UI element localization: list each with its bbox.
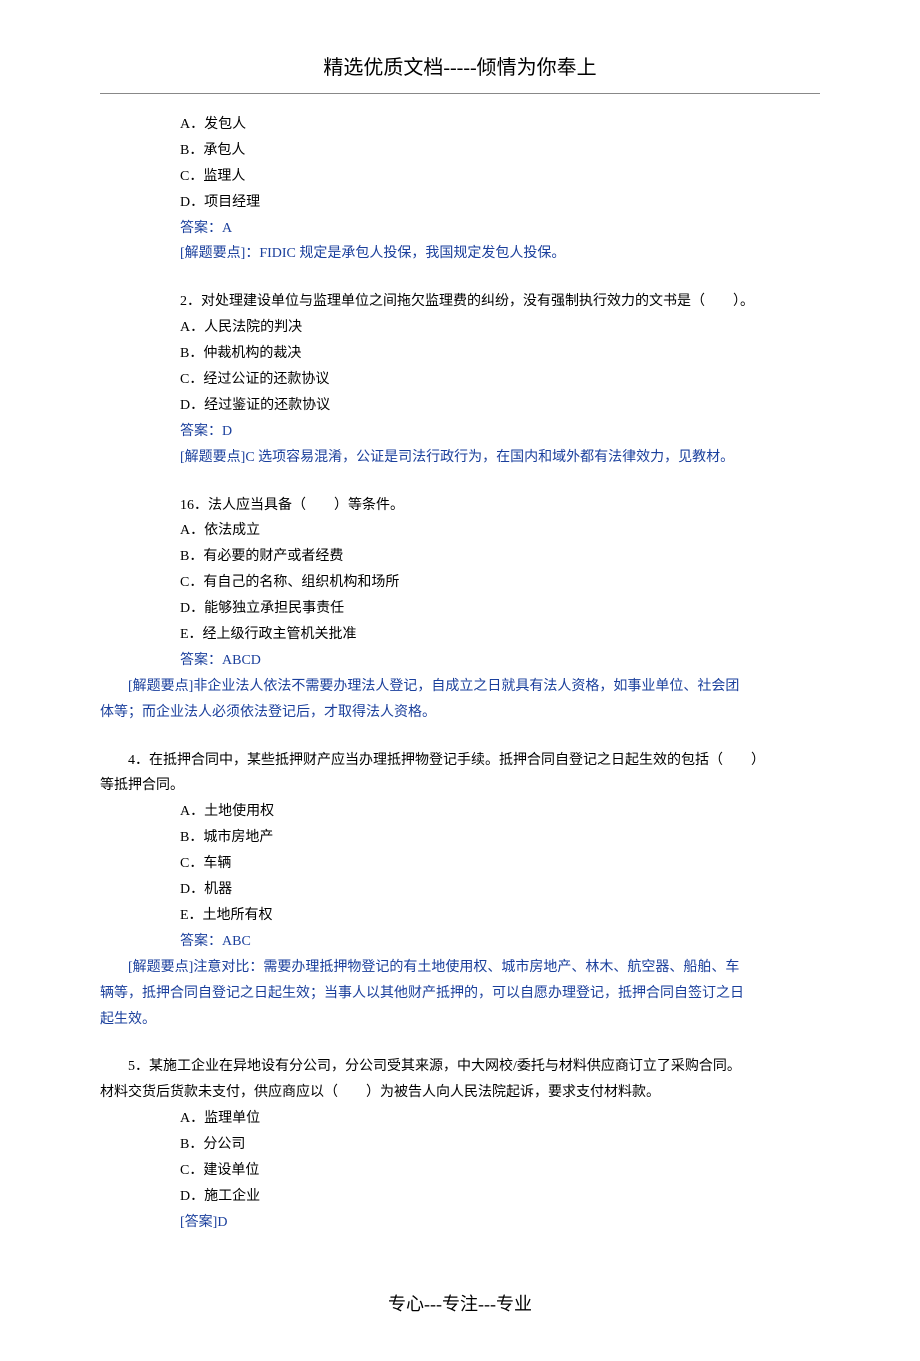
q2-option-b: B．仲裁机构的裁决	[180, 341, 820, 367]
q1-explain: [解题要点]：FIDIC 规定是承包人投保，我国规定发包人投保。	[180, 241, 820, 267]
q1-option-b: B．承包人	[180, 138, 820, 164]
q1-option-a: A．发包人	[180, 112, 820, 138]
q5-option-d: D．施工企业	[180, 1184, 820, 1210]
q4-option-a: A．土地使用权	[180, 799, 820, 825]
q16-option-b: B．有必要的财产或者经费	[180, 544, 820, 570]
document-page: 精选优质文档-----倾情为你奉上 A．发包人 B．承包人 C．监理人 D．项目…	[0, 0, 920, 1361]
question-5-block: 5．某施工企业在异地设有分公司，分公司受其来源，中大网校/委托与材料供应商订立了…	[180, 1054, 820, 1235]
q5-stem-line2: 材料交货后货款未支付，供应商应以（ ）为被告人向人民法院起诉，要求支付材料款。	[100, 1080, 820, 1106]
q2-stem: 2．对处理建设单位与监理单位之间拖欠监理费的纠纷，没有强制执行效力的文书是（ ）…	[180, 289, 820, 315]
q1-option-c: C．监理人	[180, 164, 820, 190]
q4-option-d: D．机器	[180, 877, 820, 903]
q16-option-c: C．有自己的名称、组织机构和场所	[180, 570, 820, 596]
question-4-block: 4．在抵押合同中，某些抵押财产应当办理抵押物登记手续。抵押合同自登记之日起生效的…	[180, 748, 820, 1033]
page-header-title: 精选优质文档-----倾情为你奉上	[100, 50, 820, 87]
content-area: A．发包人 B．承包人 C．监理人 D．项目经理 答案：A [解题要点]：FID…	[100, 112, 820, 1236]
q16-option-d: D．能够独立承担民事责任	[180, 596, 820, 622]
q2-explain: [解题要点]C 选项容易混淆，公证是司法行政行为，在国内和域外都有法律效力，见教…	[180, 445, 820, 471]
q4-option-b: B．城市房地产	[180, 825, 820, 851]
q16-option-a: A．依法成立	[180, 518, 820, 544]
q5-option-a: A．监理单位	[180, 1106, 820, 1132]
q4-option-c: C．车辆	[180, 851, 820, 877]
q5-option-b: B．分公司	[180, 1132, 820, 1158]
q16-option-e: E．经上级行政主管机关批准	[180, 622, 820, 648]
q4-explain-line1: [解题要点]注意对比：需要办理抵押物登记的有土地使用权、城市房地产、林木、航空器…	[100, 955, 820, 981]
q16-explain-line2: 体等；而企业法人必须依法登记后，才取得法人资格。	[100, 700, 820, 726]
q5-answer: [答案]D	[180, 1210, 820, 1236]
q16-stem: 16．法人应当具备（ ）等条件。	[180, 493, 820, 519]
q4-explain-line3: 起生效。	[100, 1007, 820, 1033]
q4-stem-line2: 等抵押合同。	[100, 773, 820, 799]
q4-option-e: E．土地所有权	[180, 903, 820, 929]
q1-answer: 答案：A	[180, 216, 820, 242]
question-16-block: 16．法人应当具备（ ）等条件。 A．依法成立 B．有必要的财产或者经费 C．有…	[180, 493, 820, 726]
q2-option-a: A．人民法院的判决	[180, 315, 820, 341]
q2-option-c: C．经过公证的还款协议	[180, 367, 820, 393]
q4-answer: 答案：ABC	[180, 929, 820, 955]
q4-stem-line1: 4．在抵押合同中，某些抵押财产应当办理抵押物登记手续。抵押合同自登记之日起生效的…	[100, 748, 820, 774]
q5-stem-line1: 5．某施工企业在异地设有分公司，分公司受其来源，中大网校/委托与材料供应商订立了…	[100, 1054, 820, 1080]
question-1-block: A．发包人 B．承包人 C．监理人 D．项目经理 答案：A [解题要点]：FID…	[180, 112, 820, 267]
page-footer: 专心---专注---专业	[100, 1288, 820, 1321]
q16-explain-line1: [解题要点]非企业法人依法不需要办理法人登记，自成立之日就具有法人资格，如事业单…	[100, 674, 820, 700]
question-2-block: 2．对处理建设单位与监理单位之间拖欠监理费的纠纷，没有强制执行效力的文书是（ ）…	[180, 289, 820, 470]
header-divider	[100, 93, 820, 94]
q4-explain-line2: 辆等，抵押合同自登记之日起生效；当事人以其他财产抵押的，可以自愿办理登记，抵押合…	[100, 981, 820, 1007]
q2-option-d: D．经过鉴证的还款协议	[180, 393, 820, 419]
q1-option-d: D．项目经理	[180, 190, 820, 216]
q5-option-c: C．建设单位	[180, 1158, 820, 1184]
q16-answer: 答案：ABCD	[180, 648, 820, 674]
q2-answer: 答案：D	[180, 419, 820, 445]
